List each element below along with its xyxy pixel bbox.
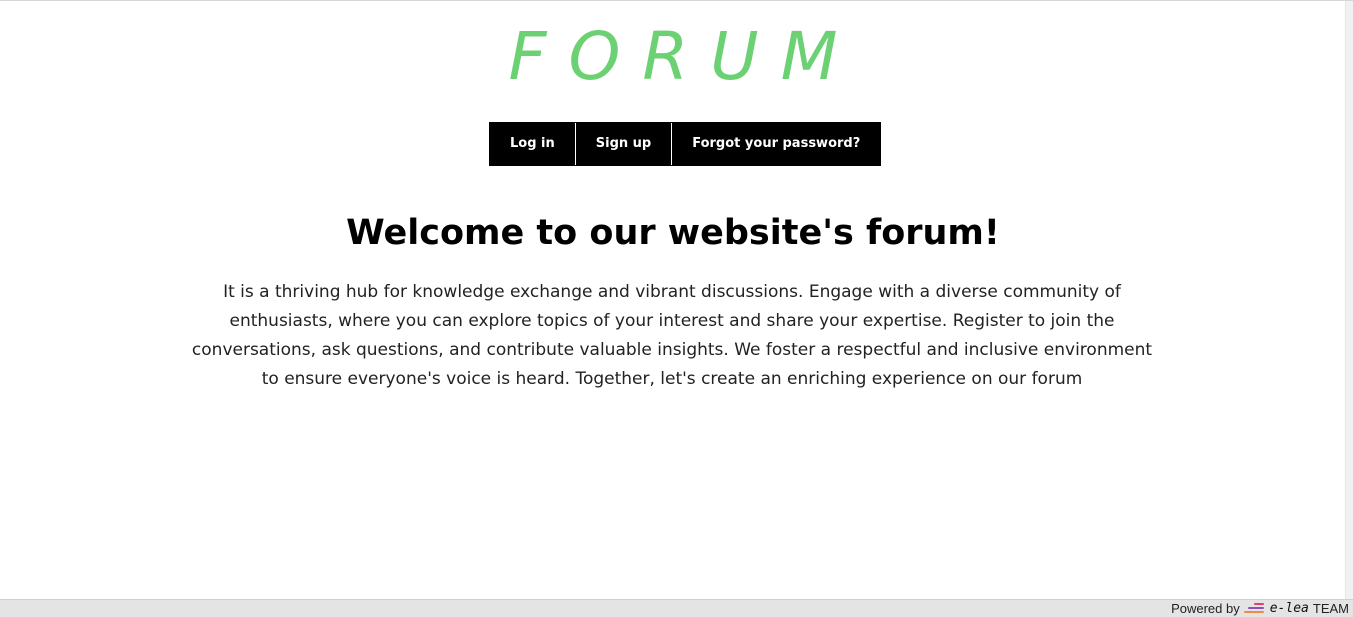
forum-page: FORUM Log in Sign up Forgot your passwor…	[0, 0, 1353, 617]
brand-suffix: TEAM	[1312, 601, 1349, 616]
intro-paragraph: It is a thriving hub for knowledge excha…	[191, 282, 1153, 389]
forgot-password-button[interactable]: Forgot your password?	[672, 123, 880, 165]
auth-nav: Log in Sign up Forgot your password?	[489, 122, 882, 166]
powered-by-link[interactable]: Powered by e-lea TEAM	[1171, 600, 1349, 617]
vertical-scrollbar[interactable]	[1345, 1, 1353, 600]
page-title: Welcome to our website's forum!	[346, 213, 1000, 253]
footer-bar: Powered by e-lea TEAM	[0, 599, 1353, 617]
e-lea-logo-icon	[1243, 602, 1266, 615]
signup-button[interactable]: Sign up	[576, 123, 673, 165]
login-button[interactable]: Log in	[490, 123, 576, 165]
brand-name: e-lea	[1269, 601, 1309, 616]
powered-by-label: Powered by	[1171, 601, 1240, 616]
forum-logo: FORUM	[508, 18, 860, 95]
